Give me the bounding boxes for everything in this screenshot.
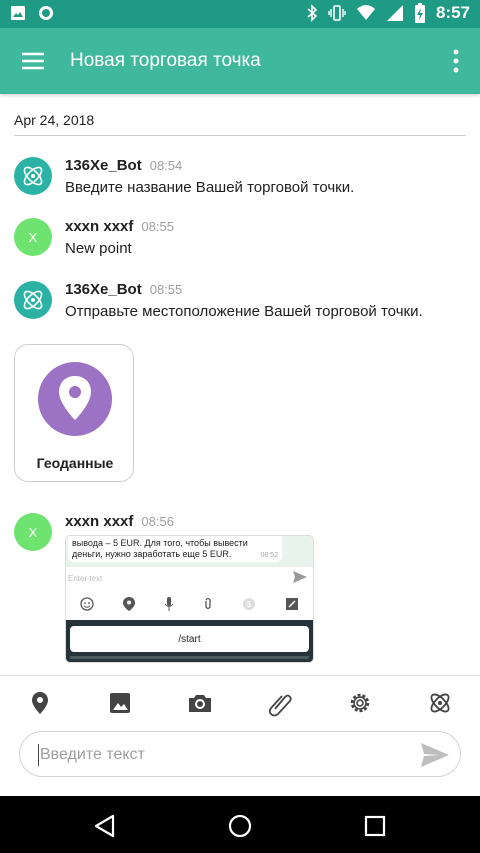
date-divider — [14, 135, 466, 136]
screenshot-divider — [70, 656, 309, 659]
bluetooth-icon — [307, 4, 318, 22]
more-options-icon[interactable] — [450, 46, 462, 76]
screenshot-bubble-text: вывода – 5 EUR. Для того, чтобы вывести … — [72, 538, 248, 559]
record-notification-icon — [39, 6, 53, 20]
location-pin-icon — [59, 376, 91, 420]
screenshot-attachment[interactable]: вывода – 5 EUR. Для того, чтобы вывести … — [66, 536, 313, 662]
message-sender: xxxn xxxf 08:56 — [65, 513, 174, 530]
screenshot-keyboard-bar: /start — [66, 620, 313, 662]
system-nav-bar — [0, 796, 480, 853]
signal-icon — [386, 5, 403, 21]
image-notification-icon — [11, 6, 25, 20]
user-avatar[interactable]: X — [14, 513, 52, 551]
screenshot-send-icon — [293, 571, 307, 583]
battery-icon — [414, 3, 425, 23]
attachment-icon — [205, 597, 211, 610]
message-item: 136Xe_Bot 08:54 Введите название Вашей то… — [14, 157, 466, 202]
coin-icon: $ — [242, 598, 255, 610]
screenshot-chat-bg: вывода – 5 EUR. Для того, чтобы вывести … — [66, 536, 313, 566]
attachment-toolbar — [0, 675, 480, 729]
smile-icon — [80, 597, 95, 611]
wifi-icon — [356, 5, 375, 20]
location-icon[interactable] — [26, 689, 54, 717]
message-text: New point — [65, 240, 132, 257]
geo-data-label: Геоданные — [36, 455, 114, 471]
screenshot-input: Enter text — [66, 566, 313, 590]
text-cursor — [38, 744, 39, 766]
message-text: Введите название Вашей торговой точки. — [65, 179, 355, 196]
message-sender: 136Xe_Bot 08:55 — [65, 281, 183, 298]
screenshot-bubble-time: 08:52 — [260, 552, 278, 559]
vibrate-icon — [328, 5, 346, 21]
user-avatar[interactable]: X — [14, 218, 52, 256]
geo-data-button[interactable]: Геоданные — [14, 344, 134, 482]
message-time: 08:54 — [149, 158, 183, 173]
svg-text:$: $ — [246, 600, 251, 609]
bot-avatar-icon[interactable] — [14, 281, 52, 319]
message-time: 08:55 — [149, 282, 183, 297]
app-bar: Новая торговая точка — [0, 28, 480, 94]
message-input[interactable] — [38, 743, 408, 767]
status-time: 8:57 — [435, 3, 470, 22]
settings-icon[interactable] — [346, 689, 374, 717]
menu-icon[interactable] — [20, 48, 46, 74]
send-icon[interactable] — [420, 742, 450, 768]
camera-icon[interactable] — [186, 689, 214, 717]
screenshot-start-button: /start — [70, 626, 309, 652]
screenshot-icons: $ — [66, 592, 313, 616]
image-icon[interactable] — [106, 689, 134, 717]
message-item: 136Xe_Bot 08:55 Отправьте местоположение … — [14, 281, 466, 326]
message-sender: 136Xe_Bot 08:54 — [65, 157, 183, 174]
geo-pin-circle — [38, 362, 112, 436]
message-sender: xxxn xxxf 08:55 — [65, 218, 174, 235]
message-time: 08:56 — [141, 514, 174, 529]
screenshot-bubble: вывода – 5 EUR. Для того, чтобы вывести … — [68, 536, 282, 562]
edit-icon — [285, 598, 298, 610]
message-item: X xxxn xxxf 08:55 New point — [14, 218, 466, 263]
message-time: 08:55 — [141, 219, 174, 234]
atom-icon[interactable] — [426, 689, 454, 717]
page-title: Новая торговая точка — [70, 50, 261, 71]
message-composer — [19, 731, 461, 777]
status-bar: 8:57 — [0, 0, 480, 28]
recents-icon[interactable] — [361, 812, 389, 840]
location-icon — [123, 597, 136, 611]
back-icon[interactable] — [91, 812, 119, 840]
home-icon[interactable] — [226, 812, 254, 840]
date-header: Apr 24, 2018 — [14, 112, 95, 128]
attachment-icon[interactable] — [266, 689, 294, 717]
mic-icon — [164, 597, 174, 611]
message-text: Отправьте местоположение Вашей торговой … — [65, 303, 423, 320]
bot-avatar-icon[interactable] — [14, 157, 52, 195]
